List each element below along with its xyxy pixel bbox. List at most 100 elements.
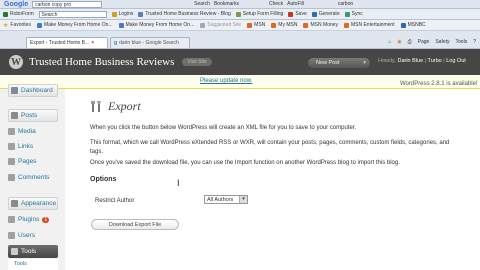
sidebar-item-comments[interactable]: Comments [8, 171, 58, 184]
tools-icon [90, 100, 103, 113]
favorites-label: Favorites [10, 22, 31, 28]
site-title[interactable]: Trusted Home Business Reviews [29, 56, 174, 68]
tab-bar: Export ‹ Trusted Home B... × g darin blu… [0, 31, 480, 49]
author-select[interactable]: All Authors ▾ [204, 195, 248, 204]
browser-top-toolbar: Google carbon copy pro Search Bookmarks … [0, 0, 480, 9]
page-icon [118, 22, 124, 28]
generate-icon [311, 11, 317, 17]
roboform-toolbar: RoboForm Search Logins Trusted Home Busi… [0, 9, 480, 20]
wp-header: W Trusted Home Business Reviews Visit Si… [0, 49, 480, 75]
favorite-link[interactable]: Make Money From Home On... [118, 22, 195, 28]
intro-paragraph: When you click the button below WordPres… [90, 125, 357, 131]
favorite-label: MSNBC [407, 22, 426, 28]
sync-button[interactable]: Sync [344, 11, 363, 17]
toolbar-autofill[interactable]: AutoFill [287, 1, 304, 7]
toolbar-bookmarks[interactable]: Bookmarks [214, 1, 239, 7]
safety-menu[interactable]: Safety [435, 39, 449, 45]
favorite-link[interactable]: Make Money From Home On... [36, 22, 113, 28]
help-icon[interactable]: ? [473, 39, 476, 45]
download-export-button[interactable]: Download Export File [91, 219, 179, 230]
favorite-link[interactable]: MSN [247, 22, 265, 28]
page-menu[interactable]: Page [418, 39, 430, 45]
tools-menu[interactable]: Tools [456, 39, 468, 45]
plugins-icon [8, 216, 15, 223]
chevron-down-icon: ▾ [239, 196, 247, 203]
roboform-button[interactable]: RoboForm [3, 11, 34, 17]
tab-google-search[interactable]: g darin blue - Google Search [110, 37, 190, 48]
generate-button[interactable]: Generate [311, 11, 340, 17]
sidebar-item-users[interactable]: Users [8, 229, 58, 242]
msn-icon [343, 22, 349, 28]
sidebar-subitem-tools[interactable]: Tools [8, 259, 58, 270]
user-name-link[interactable]: Darin Blue [397, 58, 423, 64]
favorites-bar: ★ Favorites Make Money From Home On... Ma… [0, 20, 480, 31]
chevron-down-icon: ▾ [363, 60, 366, 66]
favorites-button[interactable]: ★ Favorites [3, 22, 31, 29]
pages-icon [8, 158, 15, 165]
save-label: Save [295, 11, 307, 17]
wordpress-logo-icon: W [9, 55, 23, 69]
favorite-link[interactable]: My MSN [271, 22, 297, 28]
new-post-dropdown[interactable]: New Post ▾ [308, 58, 370, 68]
favorite-label: MSN Entertainment [350, 22, 395, 28]
format-paragraph: This format, which we call WordPress eXt… [90, 140, 450, 155]
favorite-link[interactable]: MSN Entertainment [343, 22, 395, 28]
sidebar-item-plugins[interactable]: Plugins 1 [8, 213, 58, 226]
roboform-icon [3, 11, 8, 17]
save-icon [288, 11, 294, 17]
update-now-link[interactable]: Please update now. [200, 78, 252, 84]
media-icon [8, 128, 15, 135]
setup-form-button[interactable]: Setup Form Filling [235, 11, 283, 17]
sidebar-item-dashboard[interactable]: Dashboard [8, 84, 58, 97]
address-field[interactable]: carbon copy pro [32, 0, 103, 8]
favorite-link[interactable]: MSN Money [303, 22, 338, 28]
users-icon [8, 232, 15, 239]
toolbar-carbon[interactable]: carbon [338, 1, 353, 7]
sidebar-item-label: Links [18, 143, 34, 150]
comments-icon [8, 174, 15, 181]
key-icon [111, 11, 117, 17]
favorite-label: MSN [254, 22, 266, 28]
sidebar-item-links[interactable]: Links [8, 140, 58, 153]
new-post-label: New Post [316, 60, 340, 66]
sidebar-item-tools[interactable]: Tools [8, 245, 58, 258]
roboform-label: RoboForm [10, 11, 34, 17]
howdy-label: Howdy, [378, 58, 396, 64]
sidebar-item-label: Pages [18, 158, 37, 165]
author-select-value: All Authors [207, 197, 234, 203]
toolbar-search[interactable]: Search [194, 1, 210, 7]
tab-label: darin blue - Google Search [119, 40, 179, 46]
turbo-link[interactable]: Turbo [428, 58, 442, 64]
sidebar-item-media[interactable]: Media [8, 125, 58, 138]
home-icon[interactable]: ⌂ [388, 39, 391, 45]
sidebar-item-pages[interactable]: Pages [8, 155, 58, 168]
print-icon[interactable]: ⎙ [408, 39, 412, 45]
save-button[interactable]: Save [288, 11, 307, 17]
close-icon[interactable]: × [91, 40, 94, 46]
logout-link[interactable]: Log Out [446, 58, 466, 64]
sidebar-item-label: Comments [18, 174, 50, 181]
sidebar-item-appearance[interactable]: Appearance [8, 197, 58, 210]
google-label: Google [4, 0, 29, 8]
favorite-label: MSN Money [310, 22, 338, 28]
command-bar: ⌂ ◉ ⎙ Page Safety Tools ? [388, 39, 476, 45]
trusted-blog-button[interactable]: Trusted Home Business Review - Blog [138, 11, 231, 17]
tab-label: Export ‹ Trusted Home B... [30, 40, 90, 46]
visit-site-button[interactable]: Visit Site [182, 58, 212, 66]
logins-button[interactable]: Logins [111, 11, 133, 17]
form-icon [235, 11, 241, 17]
feeds-icon[interactable]: ◉ [397, 39, 401, 45]
admin-sidebar: Dashboard Posts Media Links Pages Commen… [0, 84, 65, 270]
update-nag-text: WordPress 2.8.1 is available! [400, 81, 478, 87]
toolbar-check[interactable]: Check [269, 1, 283, 7]
favorite-link[interactable]: Suggested Site [200, 22, 241, 28]
tab-export[interactable]: Export ‹ Trusted Home B... × [26, 37, 108, 48]
sidebar-item-posts[interactable]: Posts [8, 109, 58, 122]
roboform-search-input[interactable]: Search [38, 10, 107, 18]
google-g-icon: g [114, 40, 118, 46]
favorite-link[interactable]: MSNBC [400, 22, 426, 28]
tools-icon [11, 248, 18, 255]
favorite-label: Make Money From Home On... [125, 22, 195, 28]
msn-icon [247, 22, 253, 28]
page-heading: Export [90, 99, 141, 114]
